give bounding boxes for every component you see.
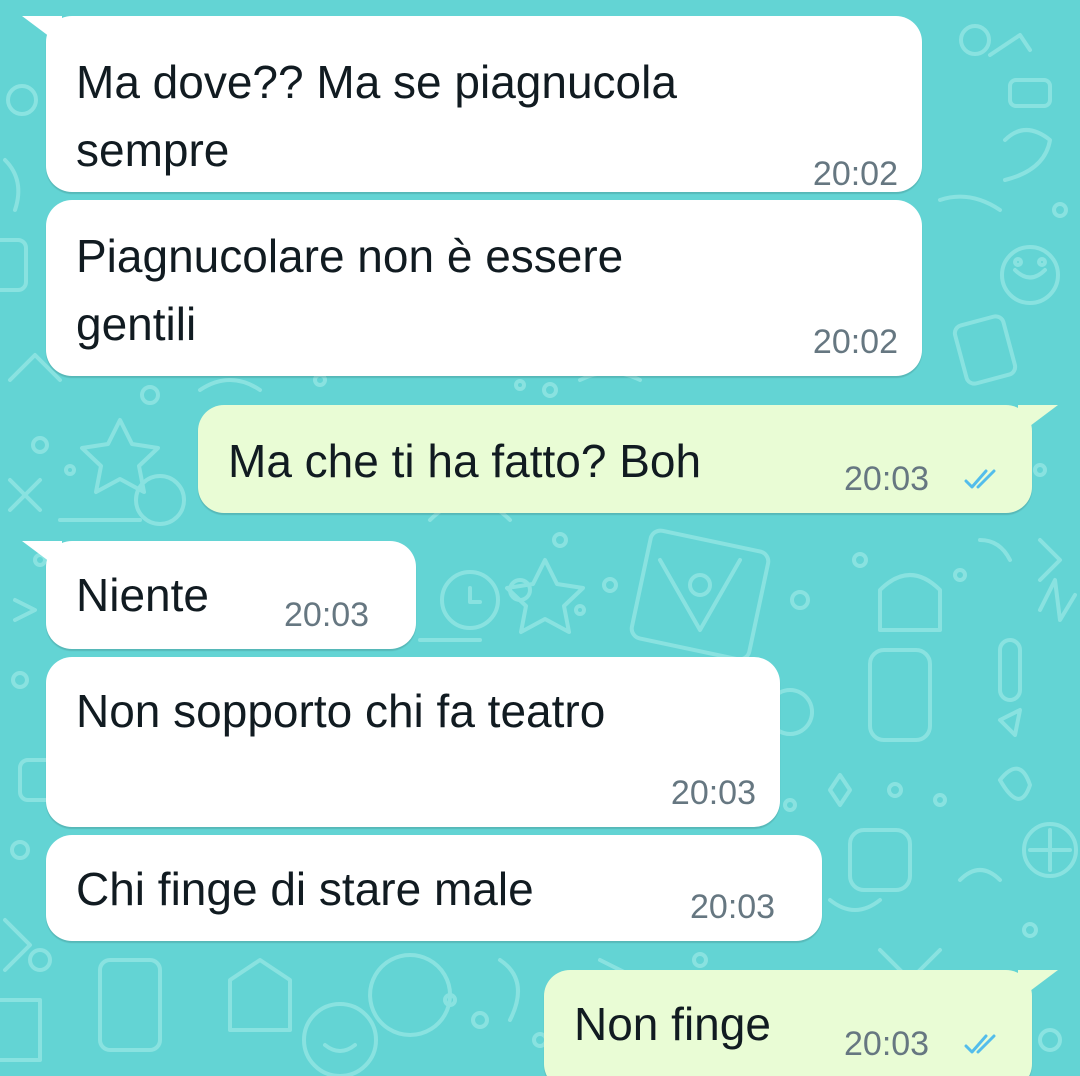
bubble-tail: [1018, 405, 1058, 435]
bubble-tail: [1018, 970, 1058, 1000]
message-timestamp: 20:02: [812, 155, 898, 193]
message-text: Ma che ti ha fatto? Boh: [228, 435, 702, 487]
chat-conversation[interactable]: Ma dove?? Ma se piagnucola sempre 20:02 …: [0, 0, 1080, 1076]
message-timestamp: 20:03: [844, 1025, 930, 1063]
incoming-message[interactable]: Chi finge di stare male 20:03: [46, 835, 822, 941]
incoming-message[interactable]: Piagnucolare non è essere gentili 20:02: [46, 200, 922, 376]
outgoing-message[interactable]: Non finge 20:03: [544, 970, 1032, 1076]
message-text: Niente: [76, 569, 209, 621]
message-text: Piagnucolare non è essere gentili: [76, 230, 624, 350]
message-text: Non sopporto chi fa teatro: [76, 685, 606, 737]
message-text: Ma dove?? Ma se piagnucola sempre: [76, 56, 677, 176]
message-timestamp: 20:03: [284, 596, 370, 634]
message-text: Non finge: [574, 998, 771, 1050]
message-timestamp: 20:03: [690, 888, 776, 926]
bubble-tail: [22, 541, 62, 571]
message-text: Chi finge di stare male: [76, 863, 534, 915]
message-timestamp: 20:03: [844, 460, 930, 498]
double-check-read-icon: [964, 469, 996, 489]
bubble-tail: [22, 16, 62, 46]
incoming-message[interactable]: Ma dove?? Ma se piagnucola sempre 20:02: [46, 16, 922, 193]
double-check-read-icon: [964, 1034, 996, 1054]
outgoing-message[interactable]: Ma che ti ha fatto? Boh 20:03: [198, 405, 1032, 513]
incoming-message[interactable]: Niente 20:03: [46, 541, 416, 649]
incoming-message[interactable]: Non sopporto chi fa teatro 20:03: [46, 657, 780, 827]
message-timestamp: 20:02: [812, 323, 898, 361]
message-timestamp: 20:03: [670, 774, 756, 812]
